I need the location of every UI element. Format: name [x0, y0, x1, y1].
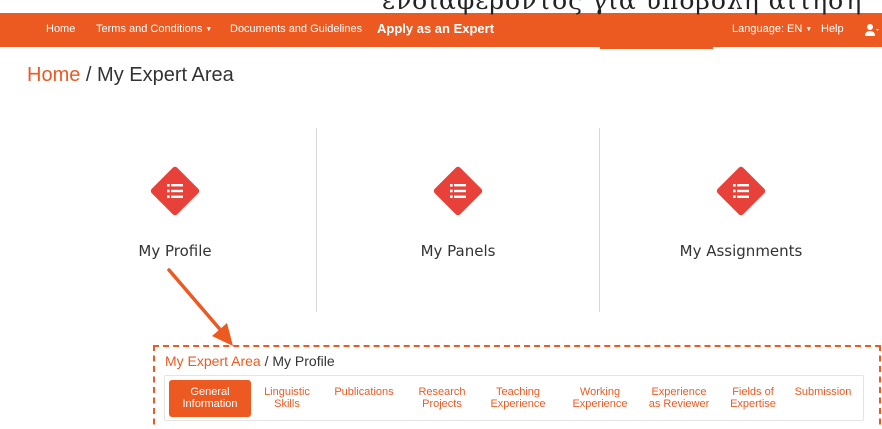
top-navbar: Home Terms and Conditions ▼ Documents and… [0, 13, 882, 47]
nav-apply-expert[interactable]: Apply as an Expert [377, 13, 494, 47]
profile-breadcrumb-link[interactable]: My Expert Area [165, 353, 261, 369]
tab-label-line2: Experience [572, 398, 628, 410]
tab-submission[interactable]: Submission [789, 380, 857, 417]
nav-language-dropdown[interactable]: Language: EN ▼ [732, 13, 812, 47]
list-icon [715, 165, 767, 217]
chevron-down-icon: ▼ [805, 26, 813, 33]
breadcrumb-current: My Expert Area [97, 64, 234, 86]
breadcrumb: Home / My Expert Area [27, 64, 234, 87]
tile-label: My Assignments [679, 242, 803, 260]
overlay-caption: ενδιαφέροντος για υποβολή αιτηση [382, 0, 863, 15]
tab-working-experience[interactable]: Working Experience [563, 380, 637, 417]
nav-terms-dropdown[interactable]: Terms and Conditions ▼ [96, 13, 212, 47]
tab-label-line2: Projects [422, 398, 462, 410]
tab-experience-reviewer[interactable]: Experience as Reviewer [641, 380, 717, 417]
profile-tabs: General Information Linguistic Skills Publ… [164, 375, 864, 421]
nav-documents-label: Documents and Guidelines [230, 23, 363, 35]
nav-terms-label: Terms and Conditions [96, 23, 203, 35]
profile-breadcrumb-separator: / [260, 353, 273, 369]
tab-research-projects[interactable]: Research Projects [409, 380, 475, 417]
tab-label-line1: Research [418, 386, 466, 398]
list-icon [149, 165, 201, 217]
tab-label-line1: General [190, 386, 230, 398]
profile-breadcrumb: My Expert Area / My Profile [165, 353, 335, 369]
tile-my-assignments[interactable]: My Assignments [600, 128, 882, 312]
breadcrumb-home-link[interactable]: Home [27, 64, 80, 86]
tab-publications[interactable]: Publications [325, 380, 403, 417]
tile-label: My Profile [138, 242, 212, 260]
nav-help-label: Help [821, 23, 844, 35]
tab-teaching-experience[interactable]: Teaching Experience [481, 380, 555, 417]
tile-my-panels[interactable]: My Panels [317, 128, 599, 312]
tab-linguistic-skills[interactable]: Linguistic Skills [253, 380, 321, 417]
nav-underline [600, 47, 713, 49]
tab-label-line1: Linguistic [264, 386, 310, 398]
chevron-down-icon: ▼ [205, 26, 213, 33]
tab-label-line2: Skills [274, 398, 300, 410]
tab-label-line2: as Reviewer [648, 398, 710, 410]
tab-label-line1: Fields of [732, 386, 774, 398]
tab-label-line1: Working [579, 386, 621, 398]
annotation-arrow-icon [167, 268, 233, 346]
user-icon[interactable] [865, 23, 879, 37]
tab-label-line1: Experience [651, 386, 707, 398]
tab-fields-of-expertise[interactable]: Fields of Expertise [721, 380, 785, 417]
tab-label-line2: Expertise [730, 398, 776, 410]
tab-label-line1: Teaching [495, 386, 541, 398]
tab-general-information[interactable]: General Information [169, 380, 251, 417]
nav-apply-label: Apply as an Expert [377, 21, 495, 36]
tab-label-line1: Publications [334, 386, 394, 398]
list-icon [432, 165, 484, 217]
nav-language-label: Language: EN [732, 23, 803, 35]
nav-help[interactable]: Help [821, 13, 844, 47]
breadcrumb-separator: / [80, 64, 98, 86]
tab-label-line2: Experience [490, 398, 546, 410]
profile-breadcrumb-current: My Profile [272, 353, 335, 369]
tab-label-line1: Submission [794, 386, 852, 398]
nav-home[interactable]: Home [46, 13, 75, 47]
nav-documents[interactable]: Documents and Guidelines [230, 13, 362, 47]
nav-home-label: Home [46, 23, 76, 35]
tab-label-line2: Information [182, 398, 238, 410]
tile-label: My Panels [420, 242, 496, 260]
